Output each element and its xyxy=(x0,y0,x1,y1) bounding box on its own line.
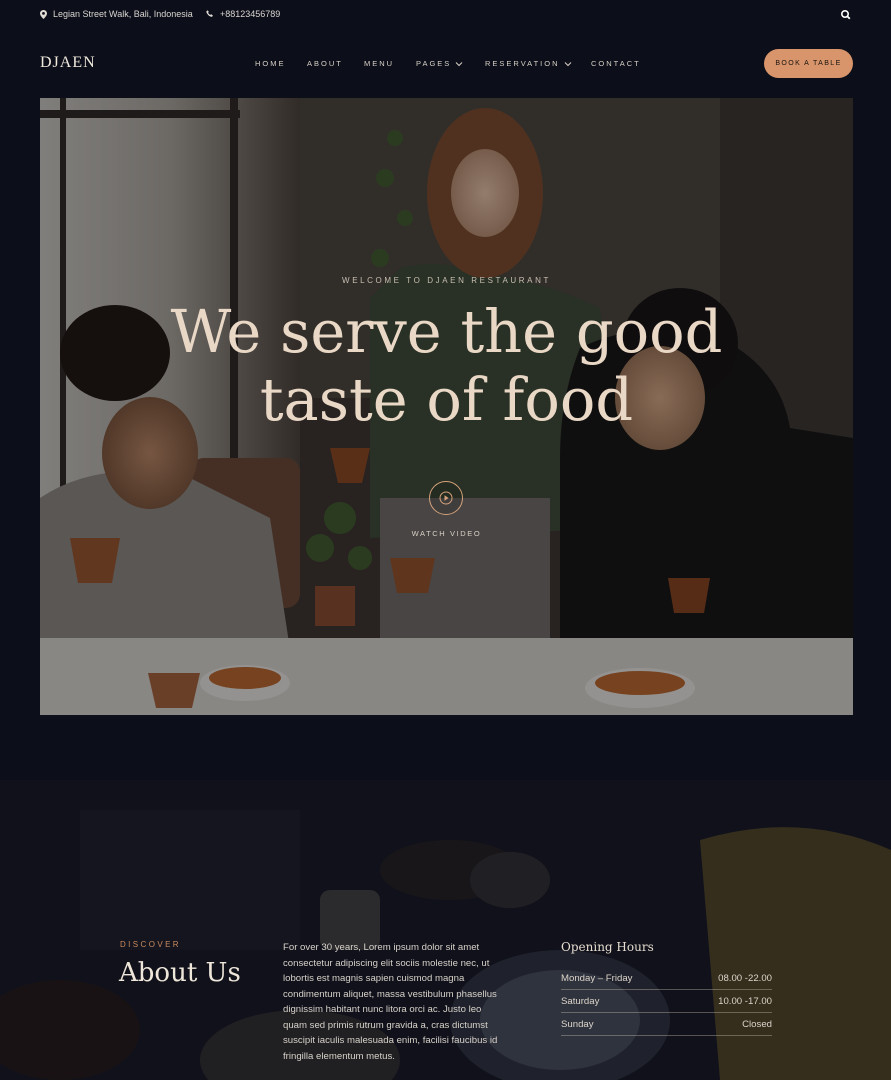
nav-menu[interactable]: MENU xyxy=(364,59,394,68)
hero-title-line2: taste of food xyxy=(259,365,634,434)
play-video-button[interactable] xyxy=(429,481,463,515)
chevron-down-icon xyxy=(564,61,571,66)
watch-video-label[interactable]: WATCH VIDEO xyxy=(40,529,853,538)
nav-about[interactable]: ABOUT xyxy=(307,59,343,68)
map-pin-icon xyxy=(40,9,47,19)
chevron-down-icon xyxy=(455,61,463,66)
nav-reservation-label: RESERVATION xyxy=(485,59,560,68)
hours-time: Closed xyxy=(742,1019,772,1030)
nav-pages[interactable]: PAGES xyxy=(416,59,463,68)
hours-row: Saturday 10.00 -17.00 xyxy=(561,993,772,1013)
main-nav: HOME ABOUT MENU PAGES RESERVATION CONTAC… xyxy=(0,59,891,71)
hours-day: Saturday xyxy=(561,996,600,1007)
phone-info[interactable]: +88123456789 xyxy=(206,9,280,19)
hero-section: WELCOME TO DJAEN RESTAURANT We serve the… xyxy=(40,98,853,715)
nav-home-label: HOME xyxy=(255,59,286,68)
hero-kicker: WELCOME TO DJAEN RESTAURANT xyxy=(342,276,551,285)
hero-title: We serve the good taste of food xyxy=(40,298,853,434)
hero-title-line1: We serve the good xyxy=(170,297,723,366)
book-table-button[interactable]: BOOK A TABLE xyxy=(764,49,853,78)
about-description: For over 30 years, Lorem ipsum dolor sit… xyxy=(283,942,498,1062)
hours-day: Sunday xyxy=(561,1019,594,1030)
nav-contact[interactable]: CONTACT xyxy=(591,59,641,68)
nav-menu-label: MENU xyxy=(364,59,395,68)
address-text: Legian Street Walk, Bali, Indonesia xyxy=(53,9,193,19)
phone-text: +88123456789 xyxy=(220,9,281,19)
search-icon[interactable] xyxy=(839,8,853,22)
play-icon xyxy=(439,491,453,505)
opening-hours-title: Opening Hours xyxy=(561,940,654,954)
nav-about-label: ABOUT xyxy=(307,59,343,68)
nav-home[interactable]: HOME xyxy=(255,59,286,68)
address-info: Legian Street Walk, Bali, Indonesia xyxy=(40,9,193,19)
nav-pages-label: PAGES xyxy=(416,59,452,68)
phone-icon xyxy=(206,10,213,17)
hours-row: Monday – Friday 08.00 -22.00 xyxy=(561,970,772,990)
about-title: About Us xyxy=(119,958,241,988)
about-section: DISCOVER About Us For over 30 years, Lor… xyxy=(0,780,891,1080)
hours-time: 08.00 -22.00 xyxy=(718,973,772,984)
nav-contact-label: CONTACT xyxy=(591,59,641,68)
discover-label: DISCOVER xyxy=(120,940,181,949)
hours-row: Sunday Closed xyxy=(561,1016,772,1036)
top-bar: Legian Street Walk, Bali, Indonesia +881… xyxy=(0,0,891,30)
hours-time: 10.00 -17.00 xyxy=(718,996,772,1007)
hours-day: Monday – Friday xyxy=(561,973,633,984)
nav-reservation[interactable]: RESERVATION xyxy=(485,59,572,68)
